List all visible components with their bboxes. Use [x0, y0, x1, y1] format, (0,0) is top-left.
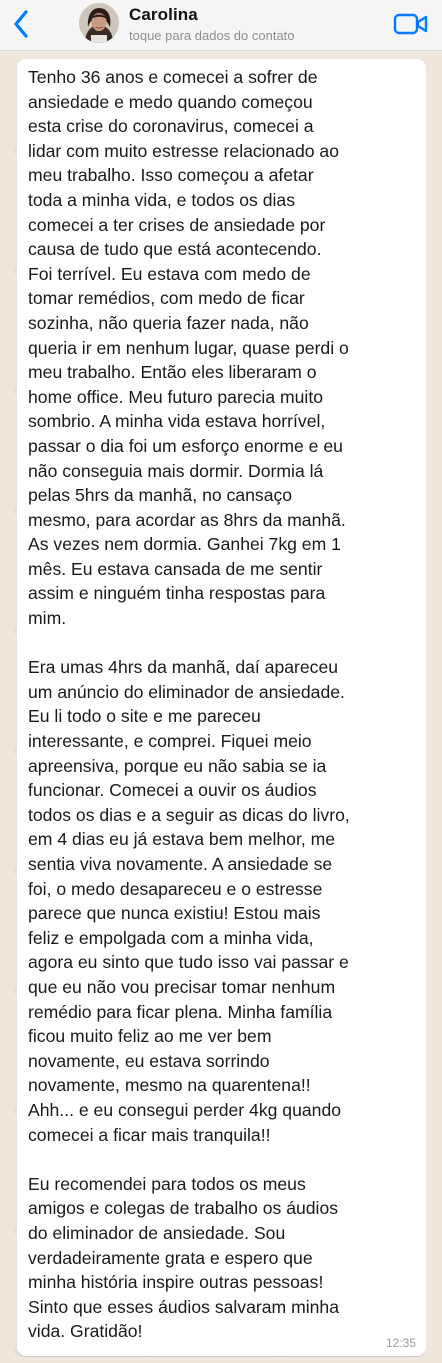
message-paragraph: Tenho 36 anos e comecei a sofrer de ansie…: [28, 65, 416, 631]
message-line: mesmo, para acordar as 8hrs da manhã.: [28, 509, 346, 530]
message-line: vida. Gratidão!: [28, 1321, 143, 1342]
message-line: apreensiva, porque eu não sabia se ia: [28, 755, 327, 776]
message-line: sentia viva novamente. A ansiedade se: [28, 854, 333, 874]
message-line: não conseguia mais dormir. Dormia lá: [28, 460, 324, 481]
message-line: As vezes nem dormia. Ganhei 7kg em 1: [28, 534, 341, 555]
message-line: Tenho 36 anos e comecei a sofrer de: [28, 67, 318, 87]
message-line: Sinto que esses áudios salvaram minha: [28, 1296, 339, 1317]
message-line: sombrio. A minha vida estava horrível,: [28, 411, 326, 432]
video-camera-icon: [393, 13, 428, 35]
message-line: assim e ninguém tinha respostas para: [28, 583, 326, 604]
message-line: interessante, e comprei. Fiquei meio: [28, 731, 312, 752]
message-line: todos os dias e a seguir as dicas do liv…: [28, 804, 350, 825]
message-line: remédio para ficar plena. Minha família: [28, 1001, 333, 1022]
message-line: home office. Meu futuro parecia muito: [28, 386, 324, 407]
message-line: meu trabalho. Isso começou a afetar: [28, 165, 314, 186]
message-line: comecei a ter crises de ansiedade por: [28, 214, 326, 235]
message-line: causa de tudo que está acontecendo.: [28, 239, 322, 260]
message-line: foi, o medo desapareceu e o estresse: [28, 878, 323, 899]
message-line: Ahh... e eu consegui perder 4kg quando: [28, 1099, 342, 1120]
avatar-image: [79, 3, 119, 43]
message-line: Eu li todo o site e me pareceu: [28, 706, 261, 727]
message-line: agora eu sinto que tudo isso vai passar …: [28, 952, 349, 973]
message-line: verdadeiramente grata e espero que: [28, 1247, 313, 1268]
message-paragraph: Eu recomendei para todos os meus amigos e…: [28, 1172, 416, 1344]
contact-name[interactable]: Carolina: [129, 5, 198, 25]
chevron-left-icon: [14, 10, 28, 38]
message-line: em 4 dias eu já estava bem melhor, me: [28, 829, 336, 850]
message-line: amigos e colegas de trabalho os áudios: [28, 1198, 339, 1219]
message-line: ficou muito feliz ao me ver bem: [28, 1026, 272, 1047]
message-line: mim.: [28, 608, 67, 629]
message-line: sozinha, não queria fazer nada, não: [28, 312, 309, 333]
message-bubble[interactable]: Tenho 36 anos e comecei a sofrer de ansie…: [17, 59, 426, 1356]
message-text: Tenho 36 anos e comecei a sofrer de ansie…: [28, 65, 416, 1344]
message-line: meu trabalho. Então eles liberaram o: [28, 362, 317, 383]
avatar[interactable]: [79, 3, 119, 43]
message-line: tomar remédios, com medo de ficar: [28, 288, 305, 309]
message-line: pelas 5hrs da manhã, no cansaço: [28, 485, 293, 506]
message-line: novamente, eu estava sorrindo: [28, 1050, 270, 1071]
video-call-button[interactable]: [391, 10, 431, 38]
message-line: ansiedade e medo quando começou: [28, 91, 313, 112]
message-line: comecei a ficar mais tranquila!!: [28, 1124, 271, 1145]
message-line: feliz e empolgada com a minha vida,: [28, 927, 314, 948]
message-line: minha história inspire outras pessoas!: [28, 1272, 324, 1293]
message-line: lidar com muito estresse relacionado ao: [28, 140, 339, 161]
message-line: parece que nunca existiu! Estou mais: [28, 903, 321, 924]
message-line: passar o dia foi um esforço enorme e eu: [28, 435, 343, 456]
message-line: queria ir em nenhum lugar, quase perdi o: [28, 337, 349, 358]
message-line: funcionar. Comecei a ouvir os áudios: [28, 780, 317, 801]
back-button[interactable]: [4, 4, 38, 44]
message-line: Eu recomendei para todos os meus: [28, 1173, 306, 1194]
message-time: 12:35: [385, 1336, 416, 1350]
chat-header: Carolina toque para dados do contato: [0, 0, 442, 51]
message-line: Foi terrível. Eu estava com medo de: [28, 263, 311, 284]
message-paragraph: Era umas 4hrs da manhã, daí apareceu um a…: [28, 655, 416, 1147]
message-line: um anúncio do eliminador de ansiedade.: [28, 681, 345, 702]
message-line: que eu não vou precisar tomar nenhum: [28, 976, 336, 997]
message-line: novamente, mesmo na quarentena!!: [28, 1075, 311, 1096]
message-line: toda a minha vida, e todos os dias: [28, 189, 296, 210]
message-line: do eliminador de ansiedade. Sou: [28, 1222, 286, 1243]
message-line: Era umas 4hrs da manhã, daí apareceu: [28, 657, 339, 678]
message-line: esta crise do coronavirus, comecei a: [28, 116, 314, 137]
contact-subtitle[interactable]: toque para dados do contato: [129, 28, 295, 43]
message-line: mês. Eu estava cansada de me sentir: [28, 558, 323, 579]
